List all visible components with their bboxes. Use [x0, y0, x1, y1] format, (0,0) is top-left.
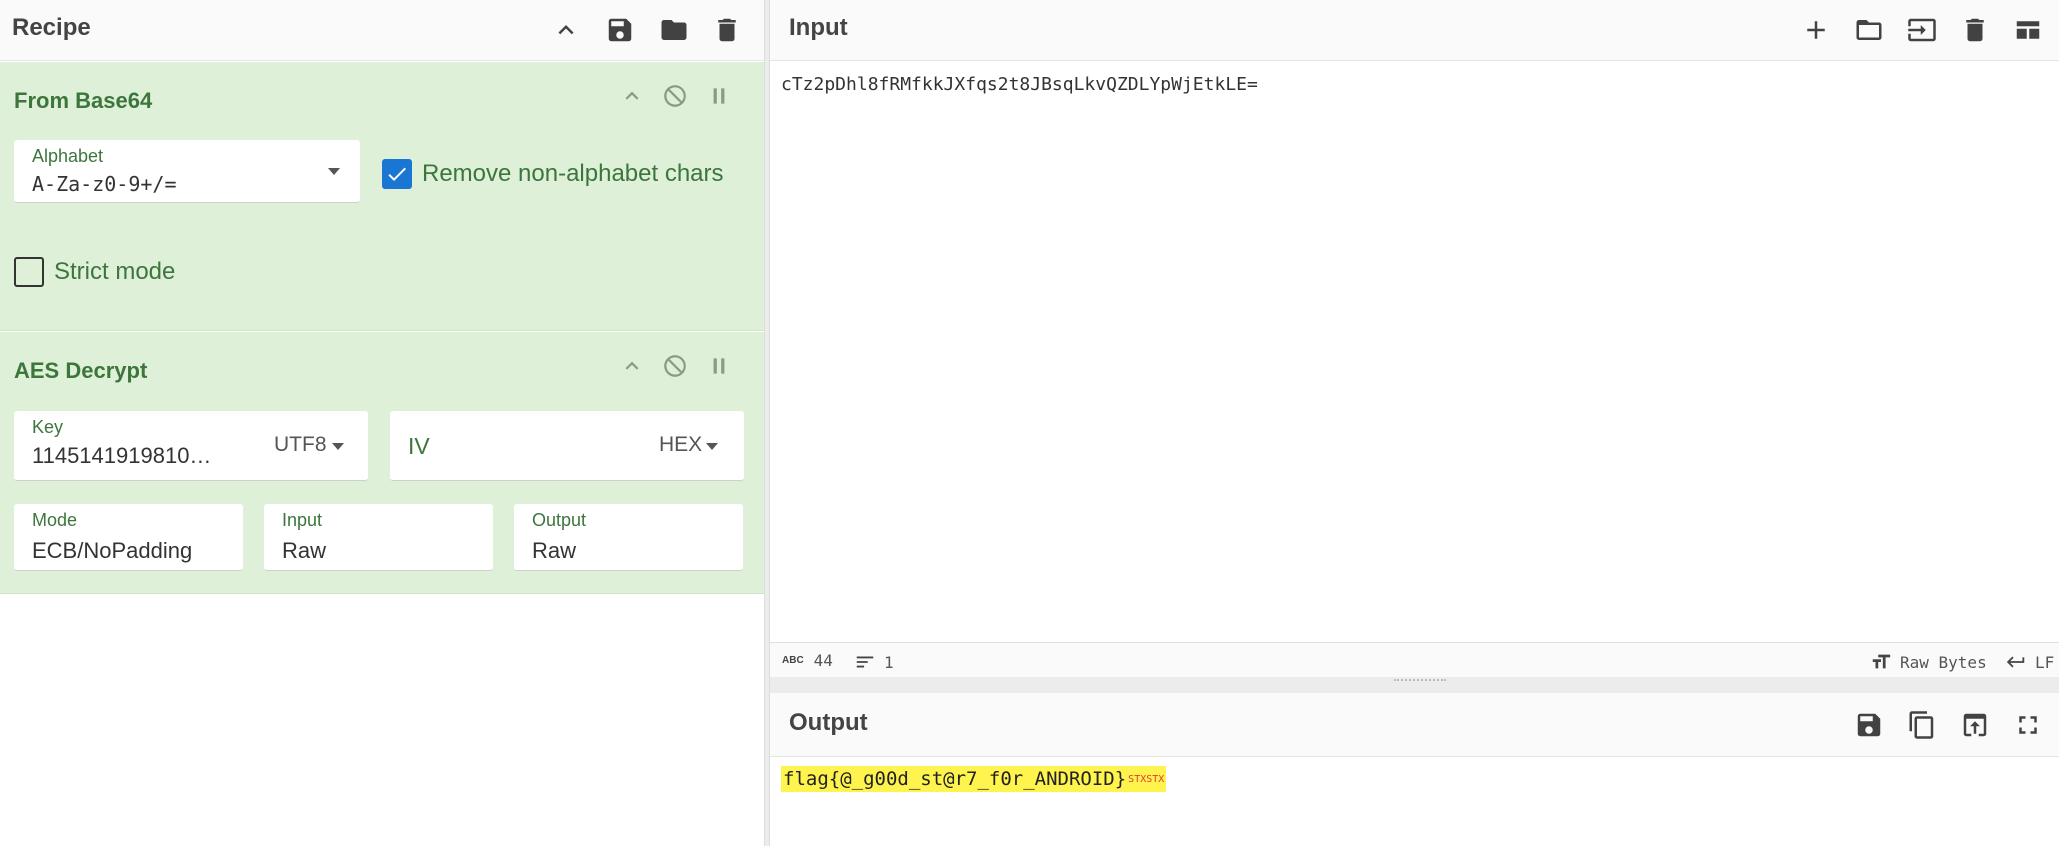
- output-format-label: Output: [532, 510, 587, 530]
- recipe-title: Recipe: [12, 14, 91, 41]
- io-splitter[interactable]: [770, 677, 2059, 693]
- recipe-pane: Recipe From Base64 Alphabet A-Za-z0-9+/=: [0, 0, 764, 846]
- lines-indicator: 1: [854, 651, 894, 673]
- open-file-button[interactable]: [1900, 8, 1944, 52]
- collapse-operation-button[interactable]: [614, 348, 650, 384]
- mode-select[interactable]: Mode ECB/NoPadding: [14, 504, 243, 571]
- output-format-select[interactable]: Output Raw: [514, 504, 743, 571]
- operation-title: From Base64: [14, 88, 153, 113]
- pause-icon: [713, 88, 725, 104]
- checkbox-unchecked-icon: [14, 257, 44, 287]
- save-recipe-button[interactable]: [598, 8, 642, 52]
- save-icon: [1857, 713, 1881, 737]
- output-header: Output: [770, 693, 2059, 757]
- clear-input-button[interactable]: [1953, 8, 1997, 52]
- chevron-up-icon: [625, 91, 639, 100]
- length-indicator: ABC 44: [782, 651, 833, 670]
- save-icon: [608, 18, 632, 42]
- output-highlight: flag{@_g00d_st@r7_f0r_ANDROID} STXSTX: [781, 766, 1167, 792]
- length-value: 44: [813, 651, 833, 670]
- chevron-down-icon: [328, 168, 340, 175]
- output-title: Output: [789, 709, 868, 736]
- mode-label: Mode: [32, 510, 78, 530]
- breakpoint-button[interactable]: [701, 78, 737, 114]
- pause-icon: [713, 358, 725, 374]
- folder-icon: [1856, 20, 1882, 40]
- return-icon: [2006, 656, 2025, 668]
- fullscreen-icon: [2019, 716, 2037, 734]
- control-chars: STXSTX: [1128, 774, 1165, 785]
- disable-icon: [664, 355, 686, 377]
- operation-aes-decrypt: AES Decrypt Key 1145141919810… UTF8 IV H…: [0, 332, 764, 594]
- disable-icon: [664, 85, 686, 107]
- encoding-value: Raw Bytes: [1900, 652, 1987, 672]
- input-title: Input: [789, 14, 848, 41]
- encoding-selector[interactable]: Raw Bytes: [1870, 651, 1987, 673]
- input-textarea[interactable]: cTz2pDhl8fRMfkkJXfqs2t8JBsqLkvQZDLYpWjEt…: [770, 62, 2059, 642]
- recipe-header: Recipe: [0, 0, 764, 61]
- alphabet-value: A-Za-z0-9+/=: [32, 172, 177, 196]
- maximise-output-button[interactable]: [2006, 703, 2050, 747]
- layout-icon: [2016, 21, 2040, 39]
- key-label: Key: [32, 417, 64, 437]
- abc-icon: ABC: [782, 655, 804, 666]
- input-format-label: Input: [282, 510, 323, 530]
- eol-selector[interactable]: LF: [2005, 651, 2054, 673]
- collapse-all-button[interactable]: [544, 8, 588, 52]
- chevron-down-icon: [706, 443, 718, 450]
- reset-layout-button[interactable]: [2006, 8, 2050, 52]
- alphabet-label: Alphabet: [32, 146, 104, 166]
- checkbox-checked-icon: [382, 159, 412, 189]
- copy-icon: [1909, 711, 1934, 739]
- output-textarea[interactable]: flag{@_g00d_st@r7_f0r_ANDROID} STXSTX: [770, 757, 2059, 846]
- remove-nonalpha-label: Remove non-alphabet chars: [422, 160, 724, 187]
- key-encoding-toggle[interactable]: UTF8: [274, 433, 327, 457]
- breakpoint-button[interactable]: [701, 348, 737, 384]
- collapse-operation-button[interactable]: [614, 78, 650, 114]
- iv-encoding-toggle[interactable]: HEX: [659, 433, 702, 457]
- input-format-value: Raw: [282, 538, 327, 563]
- io-pane: Input cTz2pDhl8fRMfkkJXfqs2t8JBsqLkvQZDL…: [770, 0, 2059, 846]
- eol-value: LF: [2035, 652, 2055, 672]
- iv-input[interactable]: IV HEX: [390, 411, 744, 481]
- input-status-bar: ABC 44 1 Raw Bytes LF: [770, 642, 2059, 677]
- copy-output-button[interactable]: [1900, 703, 1944, 747]
- replace-input-button[interactable]: [1953, 703, 1997, 747]
- save-output-button[interactable]: [1847, 703, 1891, 747]
- lines-icon: [856, 656, 874, 668]
- lines-value: 1: [884, 652, 894, 672]
- alphabet-select[interactable]: Alphabet A-Za-z0-9+/=: [14, 140, 360, 203]
- clear-recipe-button[interactable]: [705, 8, 749, 52]
- output-format-value: Raw: [532, 538, 577, 563]
- add-input-tab-button[interactable]: [1794, 8, 1838, 52]
- key-input[interactable]: Key 1145141919810… UTF8: [14, 411, 368, 481]
- input-format-select[interactable]: Input Raw: [264, 504, 493, 571]
- strict-mode-checkbox[interactable]: Strict mode: [14, 257, 175, 287]
- drag-handle-icon: [1394, 679, 1446, 682]
- trash-icon: [718, 18, 736, 42]
- operation-title: AES Decrypt: [14, 358, 148, 383]
- chevron-up-icon: [625, 361, 639, 370]
- remove-nonalpha-checkbox[interactable]: Remove non-alphabet chars: [382, 159, 724, 189]
- plus-icon: [1807, 21, 1825, 39]
- mode-value: ECB/NoPadding: [32, 538, 193, 563]
- chevron-down-icon: [332, 443, 344, 450]
- disable-operation-button[interactable]: [657, 348, 693, 384]
- strict-mode-label: Strict mode: [54, 258, 176, 285]
- input-header: Input: [770, 0, 2059, 61]
- operation-from-base64: From Base64 Alphabet A-Za-z0-9+/= Remove…: [0, 62, 764, 331]
- chevron-up-icon: [558, 25, 574, 35]
- text-size-icon: [1872, 654, 1891, 669]
- key-value: 1145141919810…: [32, 443, 212, 468]
- replace-input-icon: [1963, 713, 1987, 737]
- load-recipe-button[interactable]: [652, 8, 696, 52]
- trash-icon: [1966, 18, 1984, 42]
- input-text: cTz2pDhl8fRMfkkJXfqs2t8JBsqLkvQZDLYpWjEt…: [781, 74, 1258, 95]
- open-folder-button[interactable]: [1847, 8, 1891, 52]
- disable-operation-button[interactable]: [657, 78, 693, 114]
- input-icon: [1908, 18, 1936, 42]
- output-text: flag{@_g00d_st@r7_f0r_ANDROID}: [783, 768, 1127, 790]
- iv-placeholder: IV: [408, 433, 430, 459]
- folder-icon: [661, 20, 687, 40]
